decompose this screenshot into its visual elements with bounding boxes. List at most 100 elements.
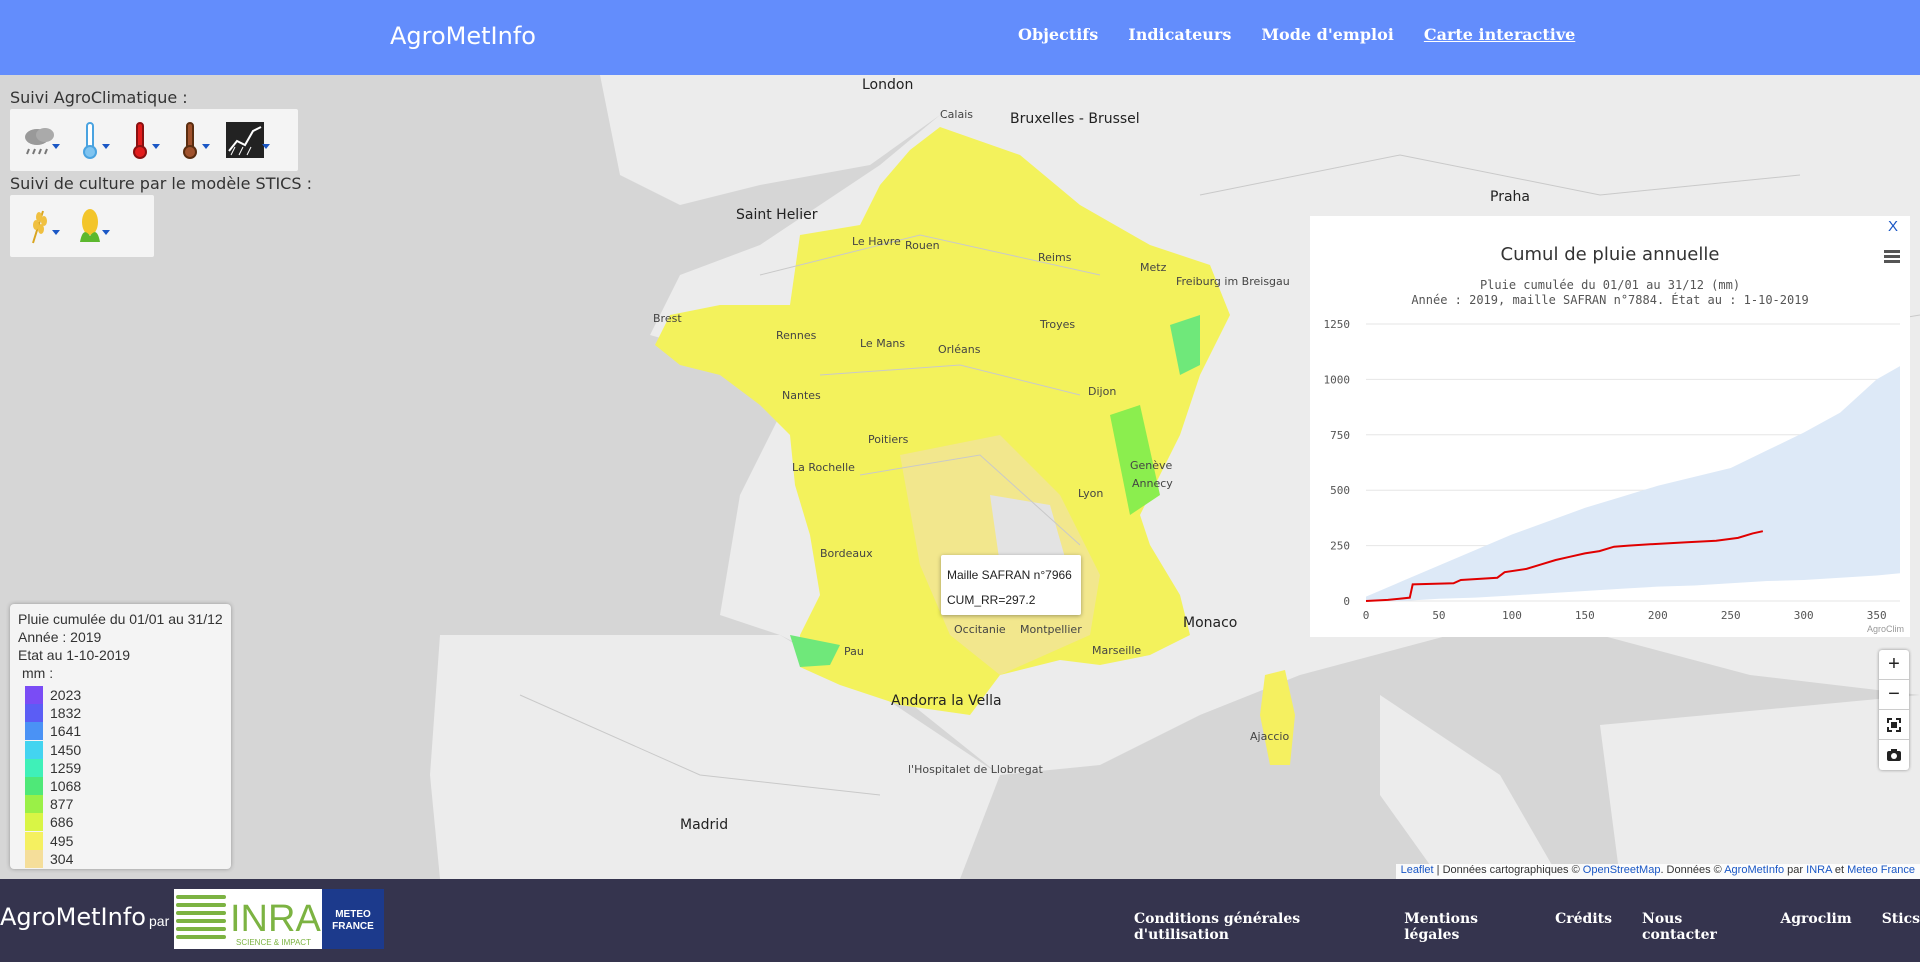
map-label: Saint Helier bbox=[736, 207, 818, 223]
map-label: Bruxelles - Brussel bbox=[1010, 111, 1140, 127]
map-tooltip: Maille SAFRAN n°7966 CUM_RR=297.2 bbox=[941, 555, 1081, 615]
legend-year: Année : 2019 bbox=[18, 629, 102, 645]
x-tick-label: 100 bbox=[1502, 609, 1522, 622]
map-label: Rennes bbox=[776, 329, 817, 342]
map-label: Lyon bbox=[1078, 487, 1104, 500]
legend-value: 495 bbox=[50, 832, 74, 849]
legend-value: 1259 bbox=[50, 759, 82, 776]
map-controls: + − bbox=[1879, 650, 1909, 770]
map-label: Dijon bbox=[1088, 385, 1117, 398]
legend-value: 1450 bbox=[50, 741, 82, 758]
legend-value: 1068 bbox=[50, 778, 82, 795]
map-label: Orléans bbox=[938, 343, 981, 356]
legend-item: 877 bbox=[18, 795, 223, 814]
legend-swatch bbox=[25, 795, 43, 814]
meteofrance-link[interactable]: Meteo France bbox=[1847, 864, 1915, 876]
map-label: Freiburg im Breisgau bbox=[1176, 275, 1290, 288]
zoom-out-button[interactable]: − bbox=[1879, 680, 1909, 710]
y-tick-label: 500 bbox=[1330, 484, 1350, 497]
map-label: Le Havre bbox=[852, 235, 901, 248]
legend-swatch bbox=[25, 704, 43, 723]
legend-item: 1259 bbox=[18, 758, 223, 777]
soil-thermometer-icon[interactable] bbox=[170, 118, 210, 162]
map-label: Metz bbox=[1140, 261, 1167, 274]
map-label: Brest bbox=[653, 312, 682, 325]
map-label: Le Mans bbox=[860, 337, 906, 350]
legend-value: 686 bbox=[50, 814, 74, 831]
main-nav: Objectifs Indicateurs Mode d'emploi Cart… bbox=[1018, 25, 1575, 44]
legend-item: 686 bbox=[18, 813, 223, 832]
map-label: l'Hospitalet de Llobregat bbox=[908, 763, 1043, 776]
map-label: Poitiers bbox=[868, 433, 909, 446]
agroclim-title: Suivi AgroClimatique : bbox=[10, 88, 188, 107]
zoom-in-button[interactable]: + bbox=[1879, 650, 1909, 680]
inra-logo[interactable]: INRA SCIENCE & IMPACT bbox=[174, 889, 322, 949]
brand-logo[interactable]: AgroMetInfo bbox=[390, 22, 536, 50]
footer-link-agroclim[interactable]: Agroclim bbox=[1780, 911, 1851, 943]
map-label: Reims bbox=[1038, 251, 1072, 264]
map-label: Genève bbox=[1130, 459, 1173, 472]
footer-link-contact[interactable]: Nous contacter bbox=[1642, 911, 1750, 943]
fullscreen-icon[interactable] bbox=[1879, 710, 1909, 740]
map-label: London bbox=[862, 77, 914, 93]
legend-item: 304 bbox=[18, 849, 223, 868]
legend-swatch bbox=[25, 758, 43, 777]
footer-link-cgu[interactable]: Conditions générales d'utilisation bbox=[1134, 911, 1374, 943]
legend-item: 1641 bbox=[18, 722, 223, 741]
footer-link-mentions[interactable]: Mentions légales bbox=[1404, 911, 1525, 943]
x-tick-label: 0 bbox=[1363, 609, 1370, 622]
map-label: La Rochelle bbox=[792, 461, 855, 474]
legend-swatch bbox=[25, 777, 43, 796]
map-label: Marseille bbox=[1092, 644, 1142, 657]
footer-link-stics[interactable]: Stics bbox=[1882, 911, 1920, 943]
map-label: Pau bbox=[844, 645, 864, 658]
footer-par: par bbox=[149, 913, 170, 929]
map-label: Annecy bbox=[1132, 477, 1173, 490]
legend-item: 1068 bbox=[18, 777, 223, 796]
svg-text:INRA: INRA bbox=[230, 898, 321, 940]
x-tick-label: 250 bbox=[1721, 609, 1741, 622]
cold-thermometer-icon[interactable] bbox=[70, 118, 110, 162]
tooltip-value: CUM_RR=297.2 bbox=[947, 593, 1036, 607]
tooltip-cell: Maille SAFRAN n°7966 bbox=[947, 568, 1072, 582]
map-label: Occitanie bbox=[954, 623, 1006, 636]
meteo-france-logo[interactable]: METEO FRANCE bbox=[322, 889, 384, 949]
footer-brand[interactable]: AgroMetInfo bbox=[0, 903, 146, 931]
legend-swatch bbox=[25, 686, 43, 705]
y-tick-label: 1250 bbox=[1324, 318, 1351, 331]
legend-item: 1832 bbox=[18, 704, 223, 723]
footer-link-credits[interactable]: Crédits bbox=[1555, 911, 1612, 943]
legend-item: 495 bbox=[18, 831, 223, 850]
osm-link[interactable]: OpenStreetMap bbox=[1583, 864, 1661, 876]
map-legend: Pluie cumulée du 01/01 au 31/12 Année : … bbox=[10, 604, 231, 869]
agrometinfo-link[interactable]: AgroMetInfo bbox=[1724, 864, 1784, 876]
nav-mode-emploi[interactable]: Mode d'emploi bbox=[1261, 25, 1394, 44]
map-label: Rouen bbox=[905, 239, 940, 252]
nav-objectifs[interactable]: Objectifs bbox=[1018, 25, 1098, 44]
nav-indicateurs[interactable]: Indicateurs bbox=[1128, 25, 1231, 44]
camera-icon[interactable] bbox=[1879, 740, 1909, 770]
x-tick-label: 200 bbox=[1648, 609, 1668, 622]
stics-toolbox bbox=[10, 195, 154, 257]
x-tick-label: 50 bbox=[1432, 609, 1445, 622]
chart-popup: X Cumul de pluie annuelle Pluie cumulée … bbox=[1310, 216, 1910, 637]
inra-link[interactable]: INRA bbox=[1806, 864, 1832, 876]
map-label: Nantes bbox=[782, 389, 821, 402]
map-label: Praha bbox=[1490, 189, 1530, 205]
wheat-icon[interactable] bbox=[20, 204, 60, 248]
nav-carte-interactive[interactable]: Carte interactive bbox=[1424, 25, 1575, 44]
legend-unit: mm : bbox=[22, 665, 54, 681]
y-tick-label: 250 bbox=[1330, 540, 1350, 553]
corn-icon[interactable] bbox=[70, 204, 110, 248]
map-label: Ajaccio bbox=[1250, 730, 1290, 743]
chart-credit[interactable]: AgroClim bbox=[1867, 624, 1904, 634]
map-label: Monaco bbox=[1183, 615, 1238, 631]
legend-scale: 2023 1832 1641 1450 1259 1068 877 686 495 304 bbox=[18, 686, 223, 868]
hot-thermometer-icon[interactable] bbox=[120, 118, 160, 162]
rain-icon[interactable] bbox=[20, 118, 60, 162]
leaflet-link[interactable]: Leaflet bbox=[1401, 864, 1434, 876]
chart-range-band bbox=[1366, 366, 1900, 601]
radiation-chart-icon[interactable] bbox=[220, 118, 270, 162]
map-label: Calais bbox=[940, 108, 974, 121]
legend-swatch bbox=[25, 831, 43, 850]
